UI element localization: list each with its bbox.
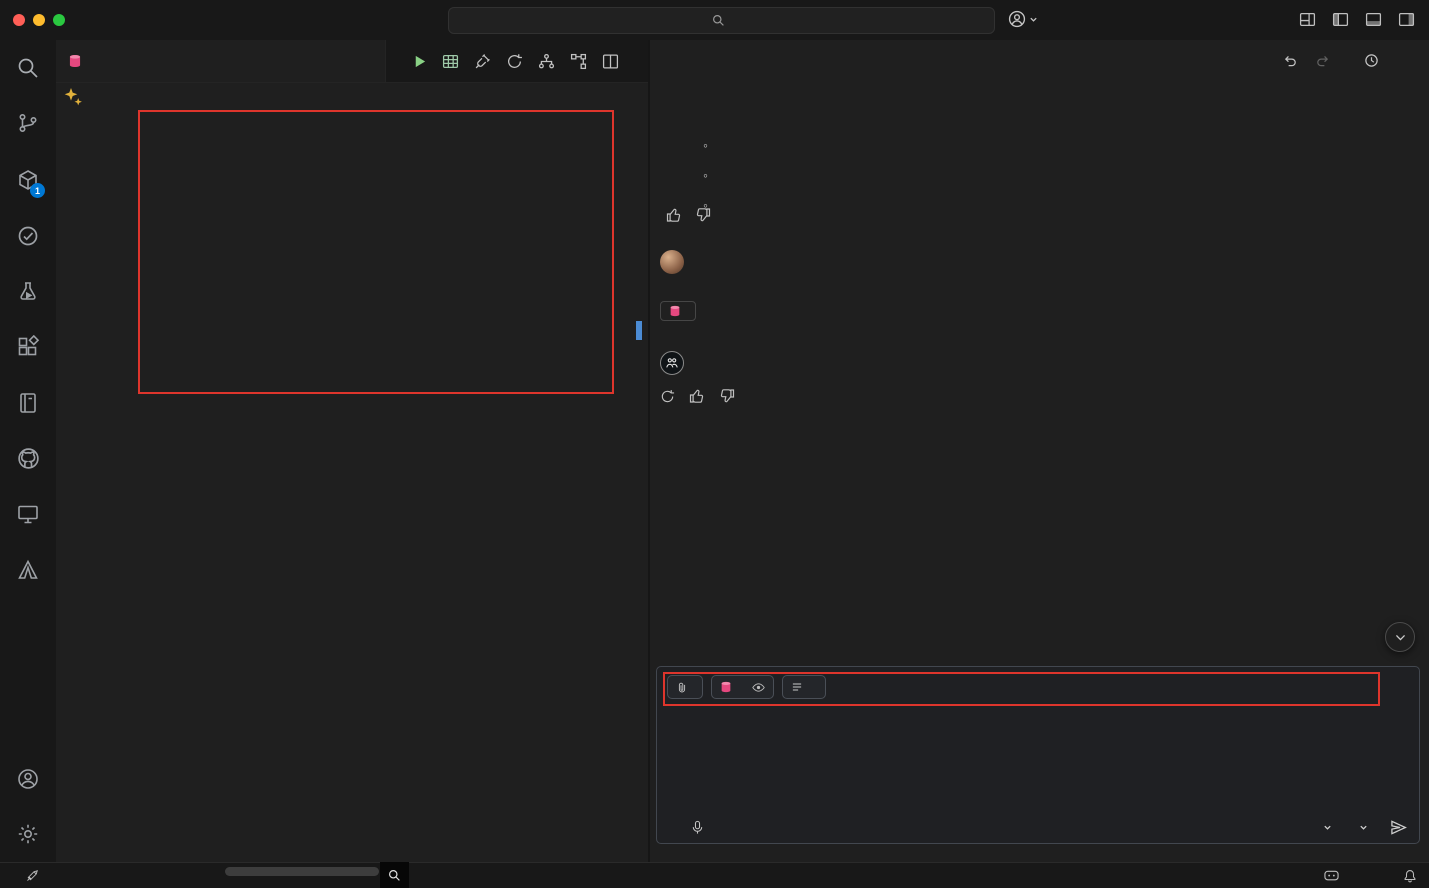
user-message-header — [660, 250, 1411, 274]
zoom-indicator[interactable] — [380, 862, 409, 888]
list-item — [666, 113, 1411, 135]
editor-tab[interactable] — [56, 40, 386, 82]
command-center-search[interactable] — [448, 7, 995, 34]
minimize-window-button[interactable] — [33, 14, 45, 26]
chat-input-box[interactable] — [656, 666, 1420, 844]
activity-bar: 1 — [0, 40, 57, 862]
attachment-chip[interactable] — [660, 301, 696, 321]
chat-panel-header — [650, 40, 1429, 80]
thumbs-up-icon[interactable] — [689, 388, 705, 404]
send-icon[interactable] — [1390, 819, 1407, 836]
scroll-to-bottom-button[interactable] — [1385, 622, 1415, 652]
vscode-window: 1 — [0, 0, 1429, 888]
regenerate-icon[interactable] — [660, 389, 675, 404]
results-grid-icon[interactable] — [442, 53, 459, 70]
launchpad-item[interactable] — [26, 869, 44, 882]
context-row — [667, 675, 1409, 699]
schema-compare-icon[interactable] — [538, 53, 555, 70]
github-icon[interactable] — [0, 438, 56, 478]
eye-icon[interactable] — [752, 681, 765, 694]
sqlplan-attachment-chip[interactable] — [782, 675, 826, 699]
search-icon — [712, 14, 725, 27]
customize-layout-icon[interactable] — [1299, 11, 1316, 28]
split-editor-icon[interactable] — [602, 53, 619, 70]
current-file-chip[interactable] — [711, 675, 774, 699]
mssql-database-icon — [68, 54, 82, 68]
list-item — [666, 143, 1411, 165]
chat-messages — [666, 80, 1411, 404]
user-avatar — [660, 250, 684, 274]
accounts-icon[interactable] — [0, 759, 56, 799]
estimated-plan-icon[interactable] — [506, 53, 523, 70]
window-controls — [13, 14, 65, 26]
chat-history-icon[interactable] — [1364, 53, 1379, 68]
overview-ruler-marker — [636, 321, 642, 340]
maximize-window-button[interactable] — [53, 14, 65, 26]
chevron-down-icon — [1029, 15, 1038, 24]
statusbar-progress — [225, 867, 379, 876]
account-icon — [1008, 10, 1026, 28]
mssql-database-icon — [669, 305, 681, 317]
status-bar — [0, 862, 1429, 888]
extensions-icon[interactable] — [0, 327, 56, 367]
thumbs-down-icon[interactable] — [695, 207, 711, 223]
mssql-database-icon — [720, 681, 732, 693]
flask-run-icon[interactable] — [0, 272, 56, 312]
assistant-message-header — [660, 351, 1411, 375]
toggle-panel-icon[interactable] — [1365, 11, 1382, 28]
undo-icon[interactable] — [1283, 53, 1298, 68]
thumbs-down-icon[interactable] — [719, 388, 735, 404]
assistant-actions — [660, 388, 1411, 404]
input-controls — [671, 819, 1407, 836]
search-view-icon[interactable] — [0, 48, 56, 88]
editor-group — [56, 40, 648, 862]
thumbs-up-icon[interactable] — [666, 207, 682, 223]
feedback-row — [666, 207, 1411, 223]
toggle-primary-sidebar-icon[interactable] — [1332, 11, 1349, 28]
notifications-bell-icon[interactable] — [1403, 869, 1417, 883]
badge-count: 1 — [30, 183, 45, 198]
settings-gear-icon[interactable] — [0, 814, 56, 854]
close-window-button[interactable] — [13, 14, 25, 26]
editor-tab-bar — [56, 40, 648, 83]
redo-icon[interactable] — [1315, 53, 1330, 68]
microphone-icon[interactable] — [691, 820, 704, 835]
assistant-avatar — [660, 351, 684, 375]
query-plan-nodes-icon[interactable] — [570, 53, 587, 70]
editor-toolbar — [412, 40, 634, 82]
paperclip-icon — [676, 681, 688, 694]
add-context-button[interactable] — [667, 675, 703, 699]
copilot-status-icon[interactable] — [1324, 870, 1339, 882]
database-projects-icon[interactable] — [0, 605, 56, 645]
accounts-menu[interactable] — [1008, 10, 1038, 28]
mode-dropdown[interactable] — [1318, 823, 1332, 832]
run-query-button[interactable] — [412, 54, 427, 69]
model-dropdown[interactable] — [1354, 823, 1368, 832]
title-bar — [0, 0, 1429, 41]
toggle-secondary-sidebar-icon[interactable] — [1398, 11, 1415, 28]
connection-plug-icon[interactable] — [474, 53, 491, 70]
file-lines-icon — [791, 681, 803, 693]
source-control-icon[interactable] — [0, 103, 56, 143]
references-view-icon[interactable]: 1 — [0, 160, 56, 200]
task-check-icon[interactable] — [0, 216, 56, 256]
list-item — [666, 173, 1411, 195]
notebook-icon[interactable] — [0, 383, 56, 423]
azure-icon[interactable] — [0, 550, 56, 590]
editor-code-area[interactable] — [56, 82, 648, 862]
remote-explorer-icon[interactable] — [0, 494, 56, 534]
